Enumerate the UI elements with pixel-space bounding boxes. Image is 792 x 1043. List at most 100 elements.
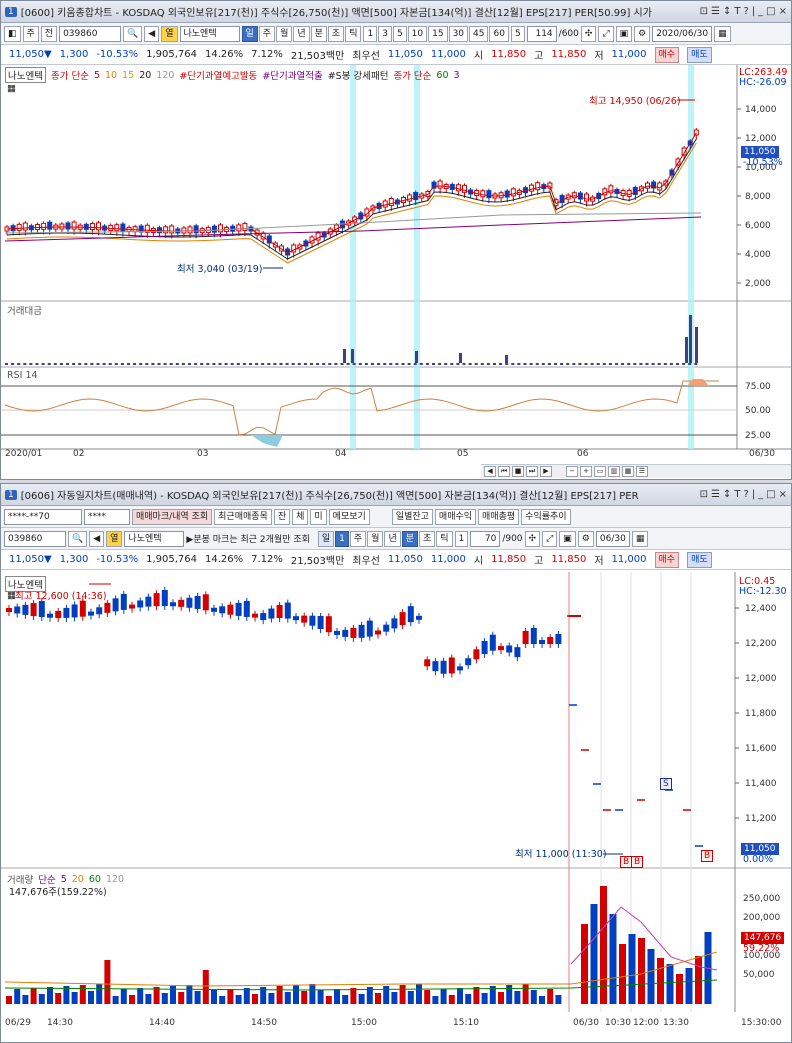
password-input[interactable]: **** [84, 508, 130, 525]
minute-45[interactable]: 45 [469, 25, 489, 42]
scroll-right-icon[interactable]: ▶ [540, 466, 552, 477]
daily-balance-button[interactable]: 일별잔고 [391, 508, 433, 525]
window-button-0[interactable]: ⊡ [700, 6, 708, 17]
window-buttons[interactable]: ⊡ ☰ ↕ T? | _ □ × [700, 6, 787, 17]
scroll-stop-icon[interactable]: ■ [512, 466, 524, 477]
drawing-icon[interactable]: ⤢ [542, 530, 558, 547]
interval-0[interactable]: 일 [241, 25, 258, 42]
minute-15[interactable]: 15 [428, 25, 448, 42]
filter-unfilled[interactable]: 미 [310, 508, 327, 525]
filter-filled[interactable]: 체 [292, 508, 309, 525]
interval-6[interactable]: 초 [419, 530, 436, 547]
chart-scrollbar[interactable]: ◀ ⏮ ■ ⏭ ▶ − + ▭ ▥ ▦ ☰ [481, 464, 791, 478]
interval-4[interactable]: 년 [384, 530, 401, 547]
window-button-8[interactable]: × [779, 6, 787, 17]
recent-trades-button[interactable]: 최근매매종목 [214, 508, 272, 525]
pointer-icon[interactable]: ✣ [580, 25, 597, 42]
interval-5[interactable]: 분 [401, 530, 419, 547]
layout-icon[interactable]: ▭ [594, 466, 606, 477]
window-button-5[interactable]: | [752, 489, 755, 500]
tile-icon[interactable]: ▦ [622, 466, 634, 477]
zoom-in-icon[interactable]: + [580, 466, 592, 477]
minute-30[interactable]: 30 [448, 25, 469, 42]
interval-1[interactable]: 1 [335, 530, 349, 547]
pointer-icon[interactable]: ✣ [524, 530, 541, 547]
window-button-6[interactable]: _ [758, 489, 763, 500]
count-input[interactable]: 114 [526, 25, 557, 42]
account-input[interactable]: ****-**70 [4, 508, 82, 525]
minute-60[interactable]: 60 [489, 25, 509, 42]
speaker-icon[interactable]: ◀ [89, 530, 105, 547]
window-button-2[interactable]: ↕ [723, 6, 731, 17]
window-button-8[interactable]: × [779, 489, 787, 500]
zoom-out-icon[interactable]: − [566, 466, 578, 477]
gear-icon[interactable]: ⚙ [634, 25, 651, 42]
scroll-left-icon[interactable]: ◀ [484, 466, 496, 477]
window-button-2[interactable]: ↕ [723, 489, 731, 500]
gear-icon[interactable]: ⚙ [577, 530, 594, 547]
tick-select[interactable]: 1 [454, 530, 469, 547]
minute-10[interactable]: 10 [407, 25, 428, 42]
interval-2[interactable]: 월 [276, 25, 293, 42]
hot-badge[interactable]: 열 [106, 530, 123, 547]
window-button-1[interactable]: ☰ [711, 6, 720, 17]
count-select[interactable]: 5 [510, 25, 525, 42]
window-button-5[interactable]: | [752, 6, 755, 17]
save-icon[interactable]: ▣ [559, 530, 576, 547]
interval-6[interactable]: 틱 [345, 25, 362, 42]
sell-button[interactable]: 매도 [687, 551, 712, 568]
filter-balance[interactable]: 잔 [273, 508, 291, 525]
window-button-0[interactable]: ⊡ [700, 489, 708, 500]
window-button-3[interactable]: T [734, 6, 740, 17]
grid-icon[interactable]: ▦ [7, 83, 16, 94]
window-button-7[interactable]: □ [766, 489, 775, 500]
minute-chart-area[interactable]: 12,400 12,200 12,000 11,800 11,600 11,400 11,2… [1, 572, 791, 1022]
buy-mark-3[interactable]: B [701, 850, 714, 862]
menu-icon[interactable]: ◧ [4, 25, 21, 42]
return-trend-button[interactable]: 수익률추이 [521, 508, 571, 525]
minute-1[interactable]: 1 [363, 25, 378, 42]
minute-5[interactable]: 5 [392, 25, 407, 42]
interval-0[interactable]: 일 [317, 530, 335, 547]
list-icon[interactable]: ☰ [636, 466, 648, 477]
interval-2[interactable]: 주 [349, 530, 367, 547]
memo-button[interactable]: 메모보기 [328, 508, 370, 525]
interval-3[interactable]: 년 [293, 25, 310, 42]
search-icon[interactable]: 🔍 [123, 25, 143, 42]
calendar-icon[interactable]: ▦ [714, 25, 731, 42]
window-button-3[interactable]: T [734, 489, 740, 500]
window-button-7[interactable]: □ [766, 6, 775, 17]
period-kind[interactable]: 주 [22, 25, 39, 42]
hot-badge[interactable]: 열 [161, 25, 178, 42]
buy-button[interactable]: 매수 [654, 46, 680, 63]
period-select[interactable]: 전 [40, 25, 58, 42]
trade-mark-button[interactable]: 매매마크/내역 조회 [132, 508, 213, 525]
scroll-last-icon[interactable]: ⏭ [526, 466, 538, 477]
speaker-icon[interactable]: ◀ [144, 25, 160, 42]
window-button-4[interactable]: ? [743, 6, 748, 17]
window-button-1[interactable]: ☰ [711, 489, 720, 500]
search-icon[interactable]: 🔍 [68, 530, 88, 547]
interval-1[interactable]: 주 [258, 25, 276, 42]
interval-7[interactable]: 틱 [436, 530, 453, 547]
interval-3[interactable]: 월 [367, 530, 384, 547]
window-buttons[interactable]: ⊡ ☰ ↕ T? | _ □ × [700, 489, 787, 500]
stock-code-input[interactable]: 039860 [4, 530, 66, 547]
window-button-4[interactable]: ? [743, 489, 748, 500]
count-input[interactable]: 70 [470, 530, 501, 547]
interval-4[interactable]: 분 [310, 25, 327, 42]
window-button-6[interactable]: _ [758, 6, 763, 17]
save-icon[interactable]: ▣ [615, 25, 633, 42]
sell-mark[interactable]: S [660, 778, 672, 790]
sell-button[interactable]: 매도 [687, 46, 712, 63]
calendar-icon[interactable]: ▦ [631, 530, 649, 547]
title-bar[interactable]: 1 [0600] 키움종합차트 - KOSDAQ 외국인보유[217(천)] 주… [1, 1, 791, 23]
buy-button[interactable]: 매수 [654, 551, 680, 568]
date-input[interactable]: 2020/06/30 [652, 25, 713, 42]
split-icon[interactable]: ▥ [608, 466, 620, 477]
buy-mark-2[interactable]: B [631, 856, 644, 868]
daily-chart-area[interactable]: 14,000 12,000 10,000 8,000 6,000 4,000 2,000 75… [1, 65, 791, 465]
date-input[interactable]: 06/30 [595, 530, 630, 547]
minute-3[interactable]: 3 [378, 25, 392, 42]
trade-profit-button[interactable]: 매매수익 [434, 508, 477, 525]
